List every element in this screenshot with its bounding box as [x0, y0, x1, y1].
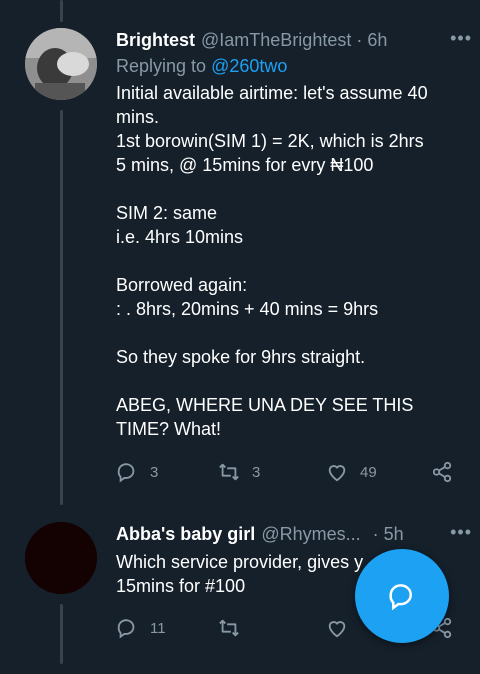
tweet-1[interactable]: Brightest @IamTheBrightest · 6h ••• Repl… — [0, 28, 480, 505]
tweet-line: SIM 2: same — [116, 203, 218, 223]
reply-icon — [117, 463, 135, 483]
tweet-header: Brightest @IamTheBrightest · 6h — [116, 28, 460, 52]
tweet-text: Initial available airtime: let's assume … — [116, 81, 456, 441]
avatar-image — [25, 522, 97, 594]
tweet-line: mins. — [116, 107, 160, 127]
share-icon — [432, 461, 452, 483]
compose-reply-button[interactable] — [355, 549, 449, 643]
tweet-line: TIME? What! — [116, 419, 222, 439]
reply-button[interactable]: 3 — [116, 461, 158, 483]
tweet-line — [116, 321, 456, 345]
tweet-line: ABEG, WHERE UNA DEY SEE THIS — [116, 395, 414, 415]
avatar[interactable] — [25, 28, 97, 100]
separator-dot: · — [372, 523, 379, 544]
tweet-line: 1st borowin(SIM 1) = 2K, which is 2hrs — [116, 131, 424, 151]
separator-dot: · — [356, 29, 363, 50]
tweet-line: : . 8hrs, 20mins + 40 mins = 9hrs — [116, 299, 379, 319]
retweet-button[interactable] — [218, 617, 240, 639]
tweet-line: Borrowed again: — [116, 275, 248, 295]
reply-count: 3 — [150, 463, 159, 481]
thread-line — [60, 110, 63, 505]
display-name[interactable]: Brightest — [116, 30, 195, 51]
avatar[interactable] — [25, 522, 97, 594]
reply-icon — [117, 619, 135, 639]
timestamp[interactable]: 6h — [367, 30, 387, 51]
tweet-line — [116, 177, 456, 201]
replying-to: Replying to @260two — [116, 56, 287, 77]
retweet-count: 3 — [252, 463, 261, 481]
like-button[interactable]: 49 — [326, 461, 377, 483]
thread-line — [60, 604, 63, 664]
compose-reply-icon — [389, 584, 412, 611]
tweet-line: So they spoke for 9hrs straight. — [116, 347, 366, 367]
like-button[interactable] — [326, 617, 348, 639]
user-handle[interactable]: @IamTheBrightest — [201, 30, 351, 51]
mention-link[interactable]: @260two — [211, 56, 287, 76]
display-name[interactable]: Abba's baby girl — [116, 524, 255, 545]
replying-to-label: Replying to — [116, 56, 207, 76]
avatar-image — [25, 28, 97, 100]
retweet-button[interactable]: 3 — [218, 461, 260, 483]
heart-icon — [328, 621, 346, 638]
tweet-actions: 3 3 49 — [116, 458, 460, 486]
tweet-header: Abba's baby girl @Rhymes... · 5h — [116, 522, 460, 546]
like-count: 49 — [360, 463, 377, 481]
tweet-line — [116, 369, 456, 393]
reply-count: 11 — [150, 619, 166, 637]
heart-icon — [328, 465, 346, 482]
reply-button[interactable]: 11 — [116, 617, 166, 639]
share-button[interactable] — [431, 461, 453, 483]
tweet-line: i.e. 4hrs 10mins — [116, 227, 244, 247]
thread-line-top — [60, 0, 63, 22]
retweet-icon — [219, 463, 239, 481]
tweet-line: Initial available airtime: let's assume … — [116, 83, 428, 103]
tweet-line: 5 mins, @ 15mins for evry ₦100 — [116, 155, 374, 175]
more-options-icon[interactable]: ••• — [450, 28, 472, 49]
timestamp[interactable]: 5h — [384, 524, 404, 545]
more-options-icon[interactable]: ••• — [450, 522, 472, 543]
tweet-line — [116, 249, 456, 273]
user-handle[interactable]: @Rhymes... — [261, 524, 360, 545]
retweet-icon — [219, 619, 239, 637]
